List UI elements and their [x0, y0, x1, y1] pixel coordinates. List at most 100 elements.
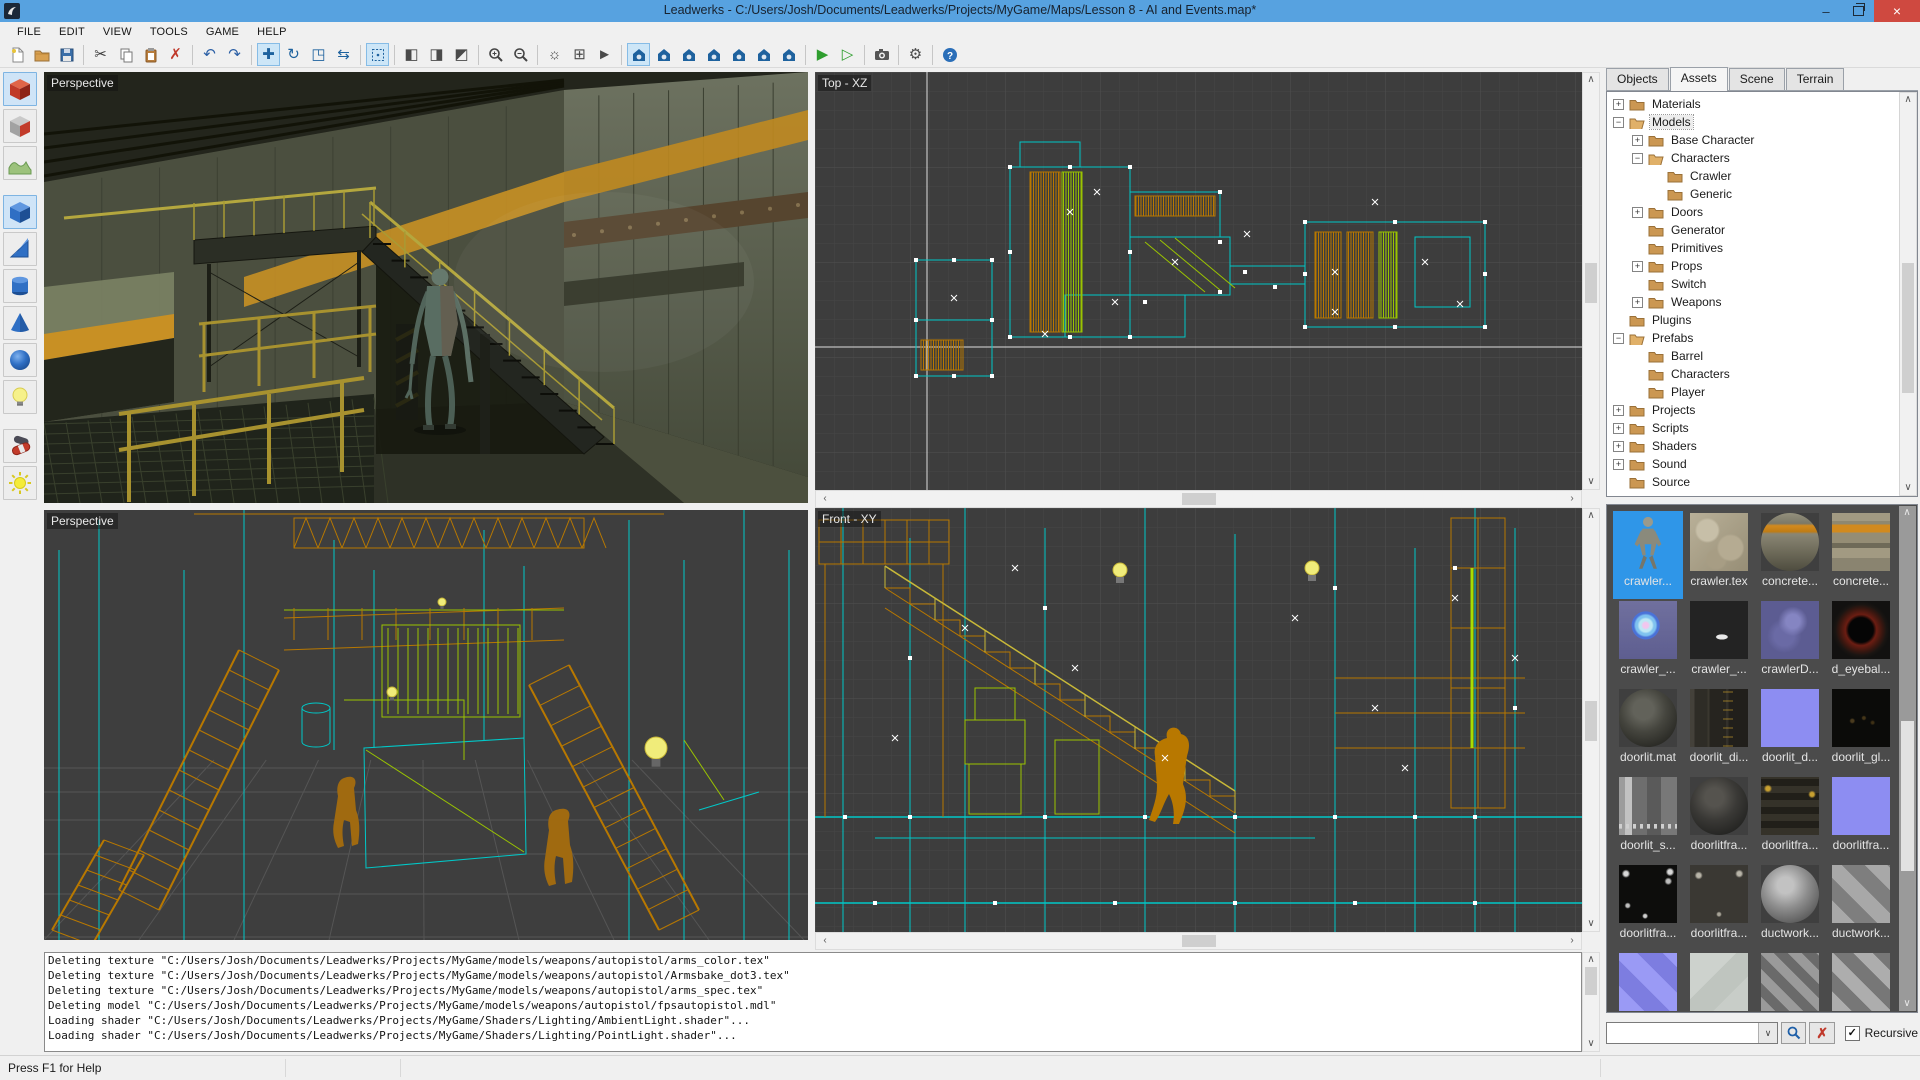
- view-top-button[interactable]: [752, 43, 775, 66]
- expand-icon[interactable]: +: [1632, 297, 1643, 308]
- menu-view[interactable]: VIEW: [94, 24, 141, 40]
- csg-subtract-brush-button[interactable]: [3, 109, 37, 143]
- expand-icon[interactable]: +: [1632, 207, 1643, 218]
- asset-thumb-crawlerd-[interactable]: crawlerD...: [1755, 599, 1825, 687]
- object-picker-button[interactable]: ►: [593, 43, 616, 66]
- tree-item-weapons[interactable]: +Weapons: [1607, 293, 1917, 311]
- combo-dropdown-icon[interactable]: ∨: [1758, 1023, 1777, 1043]
- object-align-3-button[interactable]: ◩: [450, 43, 473, 66]
- tree-item-shaders[interactable]: +Shaders: [1607, 437, 1917, 455]
- scroll-down-icon[interactable]: ∨: [1583, 919, 1599, 929]
- scroll-up-icon[interactable]: ∧: [1583, 955, 1599, 965]
- bottom-viewport-vscrollbar[interactable]: ∧ ∨: [1582, 508, 1600, 932]
- asset-thumb-partial-21[interactable]: [1684, 951, 1754, 1013]
- minimize-button[interactable]: –: [1810, 0, 1842, 22]
- help-button[interactable]: ?: [938, 43, 961, 66]
- asset-thumb-partial-22[interactable]: [1755, 951, 1825, 1013]
- tab-terrain[interactable]: Terrain: [1786, 68, 1845, 90]
- search-button[interactable]: [1781, 1022, 1806, 1044]
- clear-search-button[interactable]: ✗: [1809, 1022, 1834, 1044]
- delete-button[interactable]: ✗: [164, 43, 187, 66]
- toggle-lights-button[interactable]: ☼: [543, 43, 566, 66]
- menu-file[interactable]: FILE: [8, 24, 50, 40]
- tree-item-crawler[interactable]: Crawler: [1607, 167, 1917, 185]
- cone-primitive-button[interactable]: [3, 306, 37, 340]
- search-input[interactable]: [1608, 1024, 1766, 1042]
- asset-thumb-crawler-[interactable]: crawler_...: [1684, 599, 1754, 687]
- menu-game[interactable]: GAME: [197, 24, 248, 40]
- move-tool-button[interactable]: ✚: [257, 43, 280, 66]
- scroll-left-icon[interactable]: ‹: [817, 936, 833, 946]
- asset-thumb-ductwork-[interactable]: ductwork...: [1755, 863, 1825, 951]
- terrain-tool-button[interactable]: [3, 146, 37, 180]
- zoom-extents-button[interactable]: ⊞: [568, 43, 591, 66]
- asset-thumb-crawler-[interactable]: crawler...: [1613, 511, 1683, 599]
- run-game-debug-button[interactable]: ▷: [836, 43, 859, 66]
- asset-thumbnail-browser[interactable]: crawler...crawler.texconcrete...concrete…: [1606, 504, 1918, 1013]
- open-project-button[interactable]: [30, 43, 53, 66]
- tab-scene[interactable]: Scene: [1729, 68, 1785, 90]
- tab-objects[interactable]: Objects: [1606, 68, 1669, 90]
- screenshot-button[interactable]: [870, 43, 893, 66]
- scroll-up-icon[interactable]: ∧: [1899, 508, 1915, 518]
- object-align-2-button[interactable]: ◨: [425, 43, 448, 66]
- top-viewport-hscrollbar[interactable]: ‹ ›: [815, 490, 1582, 508]
- console-log[interactable]: Deleting texture "C:/Users/Josh/Document…: [44, 952, 1582, 1052]
- collapse-icon[interactable]: −: [1632, 153, 1643, 164]
- tree-item-generic[interactable]: Generic: [1607, 185, 1917, 203]
- point-light-button[interactable]: [3, 380, 37, 414]
- scrollbar-thumb[interactable]: [1182, 935, 1216, 947]
- asset-thumb-crawler-[interactable]: crawler_...: [1613, 599, 1683, 687]
- thumbnails-vscrollbar[interactable]: ∧ ∨: [1899, 506, 1916, 1011]
- asset-thumb-partial-20[interactable]: [1613, 951, 1683, 1013]
- redo-button[interactable]: ↷: [223, 43, 246, 66]
- tree-item-props[interactable]: +Props: [1607, 257, 1917, 275]
- recursive-checkbox[interactable]: ✓: [1845, 1026, 1860, 1041]
- grid-snap-button[interactable]: [366, 43, 389, 66]
- scroll-down-icon[interactable]: ∨: [1900, 483, 1916, 493]
- box-primitive-button[interactable]: [3, 195, 37, 229]
- scrollbar-thumb[interactable]: [1585, 701, 1597, 741]
- tree-item-materials[interactable]: +Materials: [1607, 95, 1917, 113]
- menu-edit[interactable]: EDIT: [50, 24, 94, 40]
- scrollbar-thumb[interactable]: [1901, 721, 1914, 871]
- expand-icon[interactable]: +: [1613, 99, 1624, 110]
- shear-tool-button[interactable]: ⇆: [332, 43, 355, 66]
- tree-item-characters[interactable]: Characters: [1607, 365, 1917, 383]
- tree-item-primitives[interactable]: Primitives: [1607, 239, 1917, 257]
- tree-item-doors[interactable]: +Doors: [1607, 203, 1917, 221]
- asset-thumb-doorlit-d-[interactable]: doorlit_d...: [1755, 687, 1825, 775]
- asset-thumb-doorlit-mat[interactable]: doorlit.mat: [1613, 687, 1683, 775]
- scrollbar-thumb[interactable]: [1902, 263, 1914, 393]
- asset-thumb-doorlitfra-[interactable]: doorlitfra...: [1755, 775, 1825, 863]
- bottom-viewport-hscrollbar[interactable]: ‹ ›: [815, 932, 1582, 950]
- wedge-primitive-button[interactable]: [3, 232, 37, 266]
- copy-button[interactable]: [114, 43, 137, 66]
- view-back-button[interactable]: [677, 43, 700, 66]
- asset-thumb-crawler-tex[interactable]: crawler.tex: [1684, 511, 1754, 599]
- asset-thumb-doorlit-gl-[interactable]: doorlit_gl...: [1826, 687, 1896, 775]
- scale-tool-button[interactable]: ◳: [307, 43, 330, 66]
- scroll-down-icon[interactable]: ∨: [1583, 477, 1599, 487]
- menu-help[interactable]: HELP: [248, 24, 296, 40]
- sphere-primitive-button[interactable]: [3, 343, 37, 377]
- tree-item-switch[interactable]: Switch: [1607, 275, 1917, 293]
- tree-item-generator[interactable]: Generator: [1607, 221, 1917, 239]
- cut-button[interactable]: ✂: [89, 43, 112, 66]
- top-viewport-vscrollbar[interactable]: ∧ ∨: [1582, 72, 1600, 490]
- tree-item-base-character[interactable]: +Base Character: [1607, 131, 1917, 149]
- viewport-perspective-rendered[interactable]: Perspective: [44, 72, 808, 503]
- tree-item-prefabs[interactable]: −Prefabs: [1607, 329, 1917, 347]
- viewport-perspective-wireframe[interactable]: Perspective: [44, 510, 808, 940]
- tree-item-models[interactable]: −Models: [1607, 113, 1917, 131]
- asset-thumb-doorlitfra-[interactable]: doorlitfra...: [1684, 863, 1754, 951]
- viewport-top-xz[interactable]: Top - XZ: [815, 72, 1582, 490]
- collapse-icon[interactable]: −: [1613, 333, 1624, 344]
- close-button[interactable]: ×: [1874, 0, 1920, 22]
- scrollbar-thumb[interactable]: [1585, 967, 1597, 995]
- view-right-button[interactable]: [727, 43, 750, 66]
- tree-item-plugins[interactable]: Plugins: [1607, 311, 1917, 329]
- tab-assets[interactable]: Assets: [1670, 67, 1728, 91]
- viewport-front-xy[interactable]: Front - XY: [815, 508, 1582, 932]
- new-file-button[interactable]: [5, 43, 28, 66]
